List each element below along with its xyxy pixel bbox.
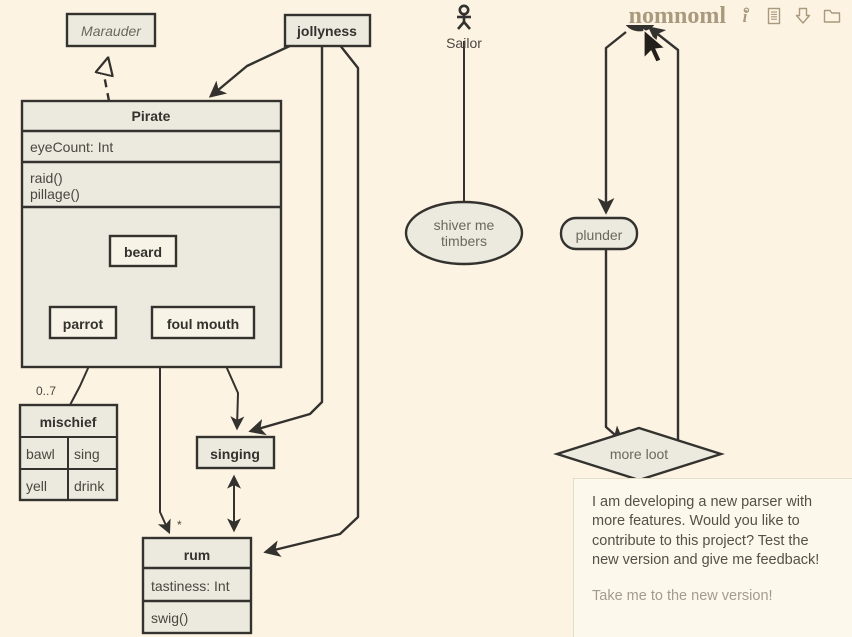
node-shiver-title-line1: shiver me (434, 217, 495, 233)
node-rum-title: rum (184, 547, 210, 563)
node-pirate-attribute: eyeCount: Int (30, 139, 113, 155)
node-mischief[interactable]: mischief bawl sing yell drink (18, 403, 119, 502)
node-pirate-title: Pirate (132, 108, 171, 124)
edge-moreloot-start[interactable] (647, 26, 680, 440)
node-singing-title: singing (210, 446, 260, 462)
edge-pirate-singing[interactable] (225, 365, 245, 431)
edge-plunder-moreloot[interactable] (604, 250, 625, 443)
node-shiver-title-line2: timbers (441, 233, 487, 249)
mouse-cursor (643, 28, 667, 63)
nomnoml-app: Marauder jollyness Pirate eyeCount: Int … (0, 0, 852, 637)
node-sailor-title: Sailor (446, 35, 482, 51)
node-beard[interactable]: beard (108, 234, 178, 268)
node-sailor[interactable]: Sailor (446, 4, 482, 51)
new-version-link[interactable]: Take me to the new version! (592, 588, 773, 604)
node-plunder[interactable]: plunder (559, 216, 639, 251)
node-marauder-title: Marauder (81, 23, 142, 39)
edge-start-plunder[interactable] (597, 31, 627, 215)
node-more-loot[interactable]: more loot (553, 426, 725, 482)
notice-message: I am developing a new parser with more f… (592, 494, 820, 568)
node-singing[interactable]: singing (195, 435, 276, 470)
node-parrot-title: parrot (63, 316, 104, 332)
node-foul-mouth-title: foul mouth (167, 316, 239, 332)
edge-label-mischief-multiplicity: 0..7 (36, 384, 56, 398)
node-rum-attribute: tastiness: Int (151, 578, 230, 594)
edge-pirate-mischief[interactable] (69, 365, 90, 406)
node-shiver-me-timbers[interactable]: shiver me timbers (404, 200, 524, 266)
document-icon[interactable] (764, 5, 784, 27)
edge-label-rum-multiplicity: * (177, 518, 182, 532)
edge-pirate-rum[interactable] (157, 366, 171, 535)
node-mischief-cell-0-0: bawl (26, 446, 55, 462)
app-header: nomnoml i (629, 4, 842, 28)
open-folder-icon[interactable] (822, 5, 842, 27)
node-parrot[interactable]: parrot (48, 305, 118, 340)
node-mischief-cell-1-0: yell (26, 478, 47, 494)
actor-icon (457, 4, 471, 30)
svg-text:i: i (743, 7, 748, 26)
node-pirate-method-pillage: pillage() (30, 186, 80, 202)
node-marauder[interactable]: Marauder (65, 12, 157, 48)
node-mischief-cell-0-1: sing (74, 446, 100, 462)
node-rum[interactable]: rum tastiness: Int swig() (141, 536, 253, 635)
node-more-loot-title: more loot (610, 446, 668, 462)
node-pirate-method-raid: raid() (30, 170, 63, 186)
node-mischief-title: mischief (40, 414, 97, 430)
node-jollyness-title: jollyness (296, 23, 357, 39)
edge-jollyness-pirate[interactable] (208, 42, 295, 98)
node-rum-method: swig() (151, 610, 188, 626)
new-version-notice: I am developing a new parser with more f… (573, 478, 852, 637)
node-mischief-cell-1-1: drink (74, 478, 105, 494)
node-jollyness[interactable]: jollyness (283, 13, 372, 48)
node-foul-mouth[interactable]: foul mouth (150, 305, 256, 340)
node-plunder-title: plunder (576, 227, 623, 243)
info-icon[interactable]: i (735, 5, 755, 27)
app-brand: nomnoml (628, 3, 726, 29)
download-icon[interactable] (793, 5, 813, 27)
node-beard-title: beard (124, 244, 162, 260)
edge-pirate-marauder[interactable] (104, 58, 109, 102)
